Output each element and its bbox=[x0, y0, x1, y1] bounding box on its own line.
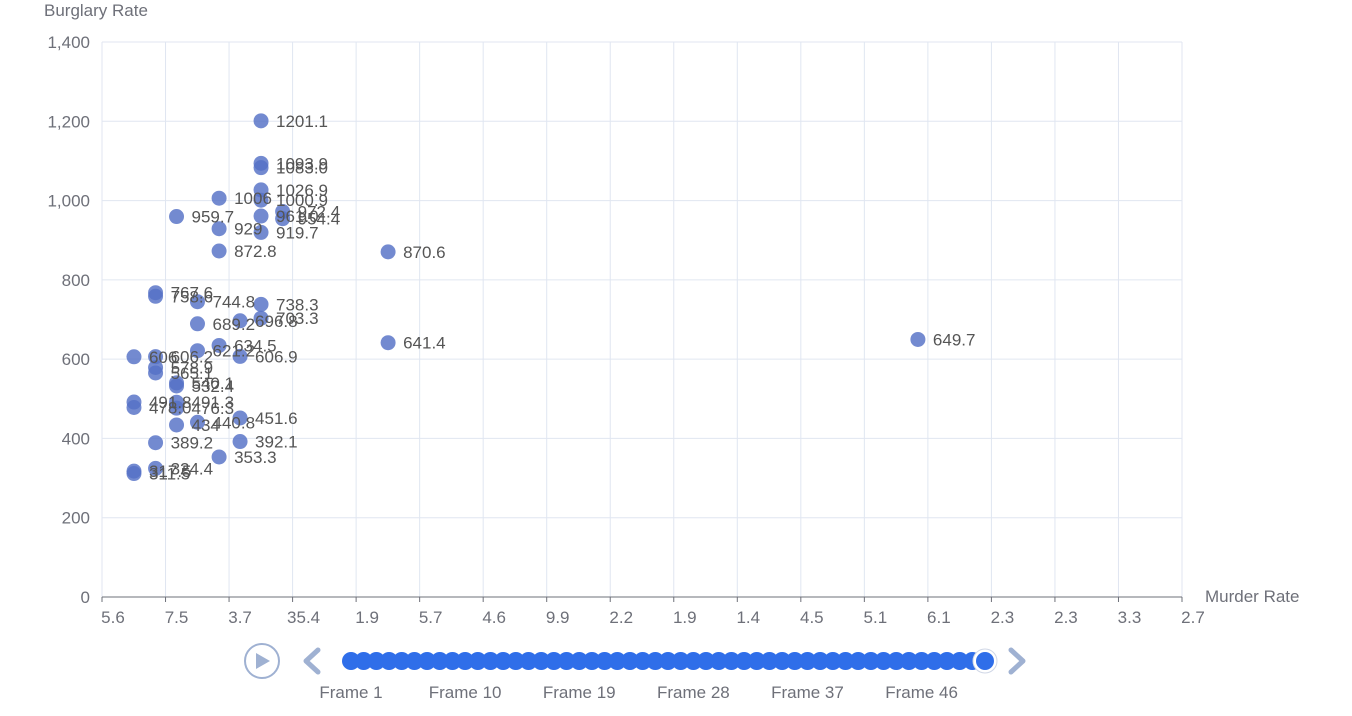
data-label: 744.8 bbox=[212, 293, 255, 312]
data-label: 621.2 bbox=[212, 342, 255, 361]
timeline-track[interactable] bbox=[342, 648, 998, 674]
data-point[interactable] bbox=[211, 449, 227, 465]
data-point[interactable] bbox=[189, 316, 205, 332]
prev-arrow-icon[interactable] bbox=[303, 647, 321, 675]
timeline-labels: Frame 1 Frame 10 Frame 19 Frame 28 Frame 37 F… bbox=[319, 683, 958, 702]
data-label: 606.9 bbox=[255, 347, 298, 366]
y-tick-label: 1,200 bbox=[47, 112, 90, 131]
y-tick-label: 1,400 bbox=[47, 33, 90, 52]
x-tick-label: 2.3 bbox=[1054, 608, 1078, 627]
data-point[interactable] bbox=[211, 190, 227, 206]
data-label: 311.5 bbox=[149, 465, 190, 484]
y-tick-label: 400 bbox=[62, 429, 90, 448]
data-label: 1083.0 bbox=[276, 159, 328, 178]
data-point[interactable] bbox=[232, 434, 248, 450]
data-point[interactable] bbox=[169, 417, 185, 433]
timeline-frame-label: Frame 28 bbox=[657, 683, 730, 702]
data-labels: 1201.11093.91083.01026.91000.91006972.49… bbox=[149, 112, 975, 484]
data-label: 478.0 bbox=[149, 399, 192, 418]
data-label: 929 bbox=[234, 220, 262, 239]
data-label: 641.4 bbox=[403, 334, 446, 353]
data-point[interactable] bbox=[253, 113, 269, 129]
timeline-frame-label: Frame 1 bbox=[319, 683, 382, 702]
y-tick-label: 200 bbox=[62, 509, 90, 528]
data-label: 758.6 bbox=[171, 287, 214, 306]
data-label: 440.8 bbox=[212, 413, 255, 432]
y-tick-label: 1,000 bbox=[47, 192, 90, 211]
data-point[interactable] bbox=[126, 466, 142, 482]
data-label: 353.3 bbox=[234, 448, 277, 467]
timeline-frame-label: Frame 10 bbox=[429, 683, 502, 702]
x-tick-label: 1.4 bbox=[736, 608, 760, 627]
scatter-chart: 0 200 400 600 800 1,000 1,200 1,400 5.6 7.5 3.7 35.… bbox=[44, 1, 1299, 702]
x-axis-title: Murder Rate bbox=[1205, 587, 1299, 606]
data-point[interactable] bbox=[148, 288, 164, 304]
data-label: 870.6 bbox=[403, 243, 446, 262]
data-label: 919.7 bbox=[276, 223, 319, 242]
x-tick-label: 9.9 bbox=[546, 608, 570, 627]
data-point[interactable] bbox=[380, 244, 396, 260]
timeline-frame-label: Frame 19 bbox=[543, 683, 616, 702]
timeline-frame-label: Frame 46 bbox=[885, 683, 958, 702]
x-tick-label: 4.6 bbox=[482, 608, 506, 627]
x-tick-label: 2.7 bbox=[1181, 608, 1205, 627]
x-tick-label: 7.5 bbox=[165, 608, 189, 627]
y-tick-label: 0 bbox=[81, 588, 90, 607]
data-label: 1201.1 bbox=[276, 112, 328, 131]
data-label: 689.2 bbox=[212, 315, 255, 334]
data-point[interactable] bbox=[910, 331, 926, 347]
data-label: 649.7 bbox=[933, 330, 976, 349]
x-tick-label: 2.2 bbox=[609, 608, 633, 627]
data-point[interactable] bbox=[169, 209, 185, 225]
y-tick-label: 600 bbox=[62, 350, 90, 369]
data-label: 959.7 bbox=[192, 208, 235, 227]
data-point[interactable] bbox=[211, 243, 227, 259]
play-icon-triangle bbox=[256, 653, 270, 669]
x-tick-label: 3.7 bbox=[228, 608, 252, 627]
data-label: 872.8 bbox=[234, 242, 277, 261]
x-tick-label: 1.9 bbox=[355, 608, 379, 627]
data-label: 451.6 bbox=[255, 409, 298, 428]
data-label: 1006 bbox=[234, 189, 272, 208]
y-tick-label: 800 bbox=[62, 271, 90, 290]
chart-stage: 0 200 400 600 800 1,000 1,200 1,400 5.6 7.5 3.7 35.… bbox=[0, 0, 1352, 711]
data-point[interactable] bbox=[148, 435, 164, 451]
data-point[interactable] bbox=[253, 160, 269, 176]
x-tick-label: 1.9 bbox=[673, 608, 697, 627]
play-button[interactable] bbox=[244, 643, 280, 679]
x-tick-label: 5.1 bbox=[864, 608, 888, 627]
y-axis-title: Burglary Rate bbox=[44, 1, 148, 20]
data-label: 389.2 bbox=[171, 434, 214, 453]
x-tick-label: 2.3 bbox=[991, 608, 1015, 627]
x-tick-label: 35.4 bbox=[287, 608, 320, 627]
x-tick-label: 5.6 bbox=[101, 608, 125, 627]
data-point[interactable] bbox=[126, 400, 142, 416]
data-point[interactable] bbox=[253, 296, 269, 312]
data-label: 696.8 bbox=[255, 312, 298, 331]
timeline-frame-label: Frame 37 bbox=[771, 683, 844, 702]
next-arrow-icon[interactable] bbox=[1008, 647, 1026, 675]
x-tick-label: 4.5 bbox=[800, 608, 824, 627]
data-point[interactable] bbox=[126, 349, 142, 365]
x-tick-label: 5.7 bbox=[419, 608, 443, 627]
data-point[interactable] bbox=[148, 365, 164, 381]
timeline-control: Frame 1 Frame 10 Frame 19 Frame 28 Frame 37 F… bbox=[244, 643, 1026, 702]
timeline-current-frame-dot[interactable] bbox=[976, 652, 994, 670]
x-tick-label: 6.1 bbox=[927, 608, 951, 627]
x-tick-label: 3.3 bbox=[1118, 608, 1142, 627]
data-point[interactable] bbox=[380, 335, 396, 351]
